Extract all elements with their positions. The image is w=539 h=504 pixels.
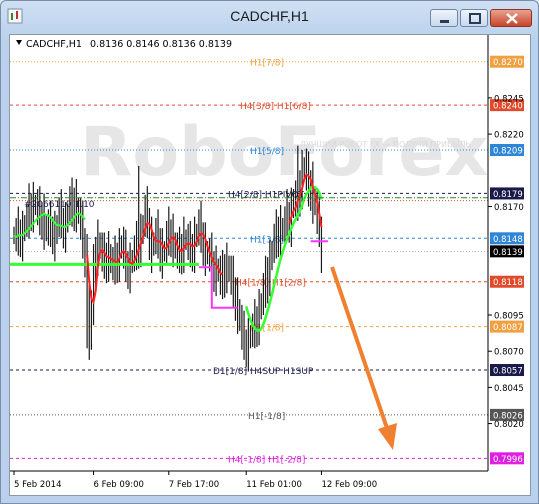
indicator-lines <box>10 173 488 332</box>
time-tick-label: 12 Feb 09:00 <box>321 480 377 490</box>
minimize-button[interactable] <box>430 9 458 27</box>
collapse-triangle-icon[interactable] <box>16 40 22 45</box>
price-tick-label: 0.8020 <box>494 420 524 430</box>
current-price-label: 0.8139 <box>493 248 523 258</box>
chart-symbol-label: CADCHF,H1 <box>26 39 82 50</box>
object-label: #2066110 1.10 <box>24 200 95 210</box>
level-price-label: 0.8179 <box>493 190 523 200</box>
close-button[interactable] <box>490 9 532 27</box>
chart-window: CADCHF,H1 RoboForex ЛУЧШИЙ РОБОТ FX — ПО… <box>0 0 539 504</box>
level-price-label: 0.8209 <box>493 147 523 157</box>
watermark: RoboForex ЛУЧШИЙ РОБОТ FX — ПОЛУЧИ ПРИБЫ… <box>80 113 488 192</box>
level-label: H1[5/8] <box>250 147 284 157</box>
close-icon <box>506 13 518 24</box>
level-price-label: 0.8087 <box>493 323 523 333</box>
level-price-label: 0.8057 <box>493 367 523 377</box>
price-axis: 0.82700.82400.82090.81790.81480.81180.80… <box>488 55 524 465</box>
level-label: H4[3/8] H1[6/8] <box>240 102 311 112</box>
level-price-label: 0.8270 <box>493 58 523 68</box>
level-label: H1[-1/8] <box>248 412 285 422</box>
price-tick-label: 0.8245 <box>494 94 524 104</box>
chart-header: CADCHF,H1 0.8136 0.8146 0.8136 0.8139 <box>16 39 232 50</box>
price-tick-label: 0.8095 <box>494 312 524 322</box>
level-label: H4[-1/8] H1[-2/8] <box>228 455 305 465</box>
price-tick-label: 0.8170 <box>494 203 524 213</box>
watermark-text: RoboForex <box>80 113 488 192</box>
level-label: D1[1/8] H4SUP H1SUP <box>213 367 314 377</box>
title-bar[interactable]: CADCHF,H1 <box>1 1 538 33</box>
time-tick-label: 6 Feb 09:00 <box>94 480 144 490</box>
forecast-arrow-shaft <box>330 266 392 438</box>
red-ma-line <box>86 221 224 305</box>
price-tick-label: 0.8045 <box>494 384 524 394</box>
ohlc-values: 0.8136 0.8146 0.8136 0.8139 <box>90 39 232 50</box>
price-tick-label: 0.8220 <box>494 131 524 141</box>
forecast-arrow-head <box>378 423 397 450</box>
chart-area[interactable]: RoboForex ЛУЧШИЙ РОБОТ FX — ПОЛУЧИ ПРИБЫ… <box>9 34 531 496</box>
level-label: H1[7/8] <box>250 59 284 69</box>
minimize-icon <box>440 20 449 23</box>
maximize-button[interactable] <box>460 9 488 27</box>
price-tick-label: 0.8070 <box>494 348 524 358</box>
time-tick-label: 5 Feb 2014 <box>14 480 62 490</box>
time-tick-label: 11 Feb 01:00 <box>246 480 302 490</box>
watermark-subtitle: ЛУЧШИЙ РОБОТ FX — ПОЛУЧИ ПРИБЫЛЬ <box>300 138 471 149</box>
level-price-label: 0.8118 <box>493 278 523 288</box>
price-chart[interactable]: RoboForex ЛУЧШИЙ РОБОТ FX — ПОЛУЧИ ПРИБЫ… <box>10 35 530 495</box>
level-price-label: 0.8148 <box>493 235 523 245</box>
forecast-arrow <box>330 266 397 450</box>
time-tick-label: 7 Feb 17:00 <box>169 480 219 490</box>
level-price-label: 0.7996 <box>493 455 523 465</box>
maximize-icon <box>469 13 481 24</box>
time-axis: 5 Feb 2014 6 Feb 09:00 7 Feb 17:00 11 Feb 0… <box>13 471 377 490</box>
